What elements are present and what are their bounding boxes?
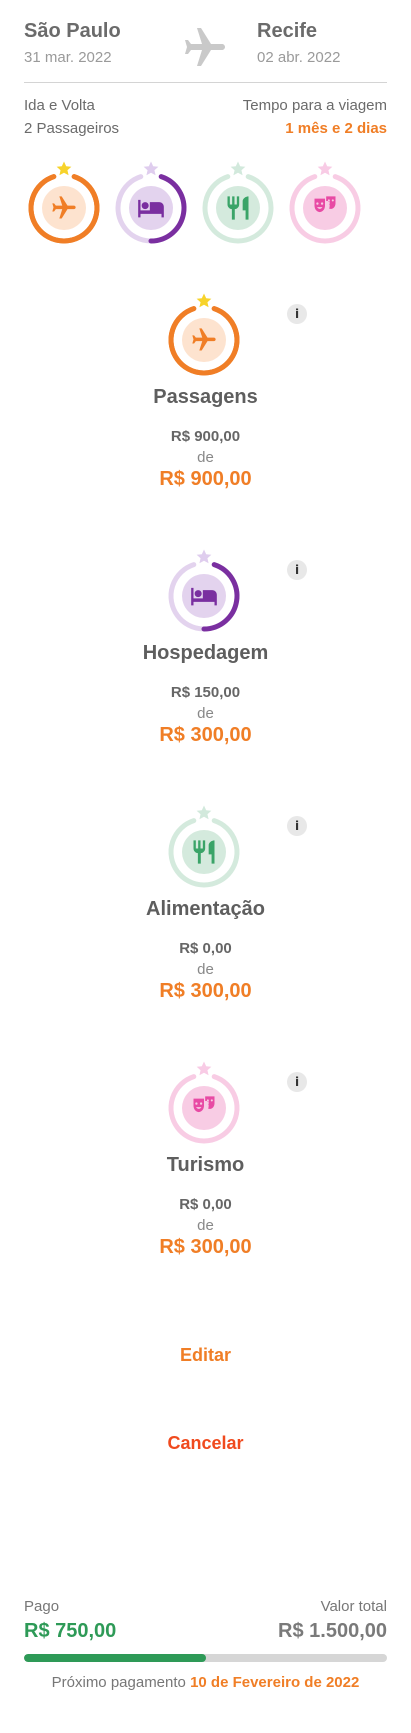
progress-ring [168,549,240,632]
category-of: de [197,705,214,722]
trip-info-row: Ida e Volta 2 Passageiros Tempo para a v… [24,94,387,138]
time-to-trip-value: 1 mês e 2 dias [285,120,387,137]
star-icon [317,161,333,176]
category-hospedagem: i Hospedagem R$ 150,00 de R$ 300,00 [0,548,411,778]
progress-ring [168,805,240,888]
total-value: R$ 1.500,00 [278,1620,387,1642]
star-icon [196,293,212,308]
category-turismo: i Turismo R$ 0,00 de R$ 300,00 [0,1060,411,1290]
category-title: Passagens [153,386,258,408]
category-budget: R$ 900,00 [159,468,252,490]
progress-ring [289,161,361,244]
next-payment-label: Próximo pagamento [51,1674,186,1691]
star-icon [196,549,212,564]
origin-city: São Paulo [24,20,121,42]
summary-hospedagem[interactable] [113,160,189,246]
category-alimentacao: i Alimentação R$ 0,00 de R$ 300,00 [0,804,411,1034]
time-to-trip-label: Tempo para a viagem [242,97,387,114]
star-icon [196,805,212,820]
star-icon [56,161,72,176]
edit-button[interactable]: Editar [0,1345,411,1366]
turismo-progress-ring [166,1060,242,1146]
payment-progress-fill [24,1654,206,1662]
progress-ring [168,1061,240,1144]
info-icon[interactable]: i [287,304,307,324]
payment-summary: Pago R$ 750,00 Valor total R$ 1.500,00 P… [24,1598,387,1698]
category-spent: R$ 0,00 [179,940,232,957]
alimentacao-progress-ring [166,804,242,890]
icon-background [182,1086,226,1130]
category-spent: R$ 900,00 [170,428,241,445]
destination: Recife 02 abr. 2022 [257,20,340,66]
category-budget: R$ 300,00 [159,1236,252,1258]
summary-alimentacao[interactable] [200,160,276,246]
hospedagem-progress-ring [166,548,242,634]
icon-background [216,186,260,230]
time-to-trip: Tempo para a viagem 1 mês e 2 dias [243,94,387,140]
icon-background [303,186,347,230]
destination-city: Recife [257,20,318,42]
info-icon[interactable]: i [287,1072,307,1092]
category-spent: R$ 0,00 [179,1196,232,1213]
info-icon[interactable]: i [287,560,307,580]
category-title: Alimentação [146,898,265,920]
category-title: Hospedagem [142,642,269,664]
header-divider [24,82,387,83]
passenger-count: 2 Passageiros [24,120,120,137]
star-icon [230,161,246,176]
paid-value: R$ 750,00 [24,1620,117,1642]
category-passagens: i Passagens R$ 900,00 de R$ 900,00 [0,292,411,522]
category-of: de [197,961,214,978]
origin: São Paulo 31 mar. 2022 [24,20,121,66]
progress-ring [168,293,240,376]
payment-progress-bar [24,1654,387,1662]
category-budget: R$ 300,00 [159,724,252,746]
star-icon [196,1061,212,1076]
next-payment: Próximo pagamento 10 de Fevereiro de 202… [24,1674,387,1691]
trip-header: São Paulo 31 mar. 2022 Recife 02 abr. 20… [24,20,387,84]
category-title: Turismo [166,1154,245,1176]
total-label: Valor total [320,1598,387,1615]
info-icon[interactable]: i [287,816,307,836]
icon-background [182,830,226,874]
summary-turismo[interactable] [287,160,363,246]
trip-details: Ida e Volta 2 Passageiros [24,94,119,140]
progress-ring [115,161,187,244]
progress-ring [28,161,100,244]
category-of: de [197,449,214,466]
paid-label: Pago [24,1598,60,1615]
category-of: de [197,1217,214,1234]
airplane-icon [185,28,225,66]
trip-type: Ida e Volta [24,97,95,114]
cancel-button[interactable]: Cancelar [0,1433,411,1454]
star-icon [143,161,159,176]
category-budget: R$ 300,00 [159,980,252,1002]
destination-date: 02 abr. 2022 [257,49,341,66]
category-spent: R$ 150,00 [170,684,241,701]
progress-ring [202,161,274,244]
origin-date: 31 mar. 2022 [24,49,112,66]
category-summary-row [0,160,411,246]
summary-passagens[interactable] [26,160,102,246]
passagens-progress-ring [166,292,242,378]
next-payment-date: 10 de Fevereiro de 2022 [190,1674,360,1691]
